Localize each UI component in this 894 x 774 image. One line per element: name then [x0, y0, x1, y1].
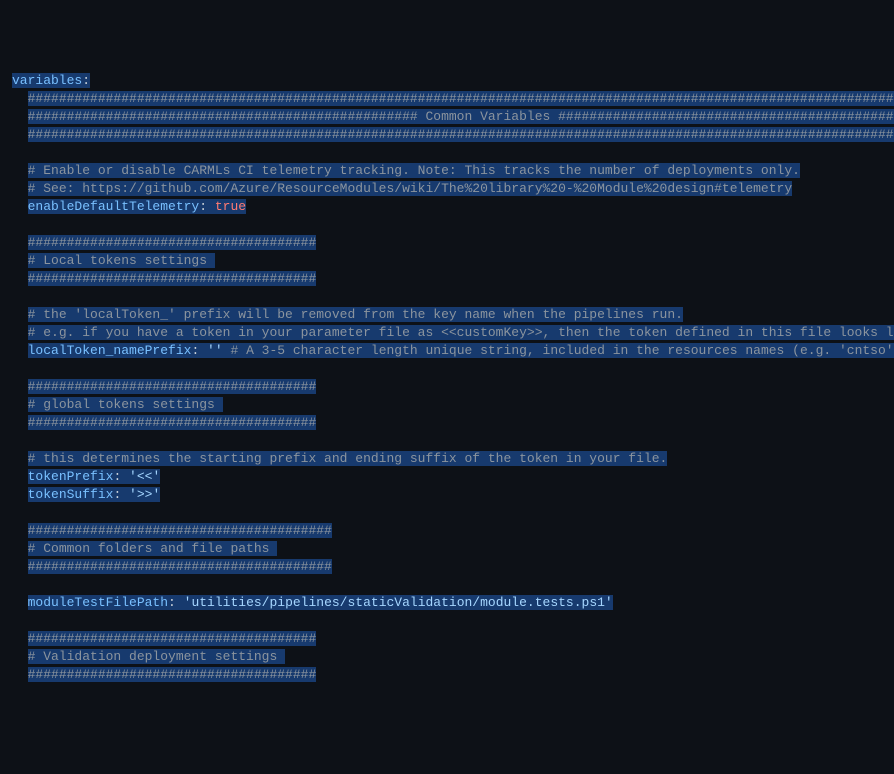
- code-line: tokenSuffix: '>>': [12, 486, 894, 504]
- code-line: #####################################: [12, 630, 894, 648]
- code-line: #####################################: [12, 378, 894, 396]
- code-token-comment: #####################################: [28, 379, 317, 394]
- code-line: [12, 576, 894, 594]
- code-line: # See: https://github.com/Azure/Resource…: [12, 180, 894, 198]
- code-token-key: localToken_namePrefix: [28, 343, 192, 358]
- code-line: [12, 360, 894, 378]
- code-token-key: variables: [12, 73, 82, 88]
- code-token-key: moduleTestFilePath: [28, 595, 168, 610]
- code-token-str: '>>': [129, 487, 160, 502]
- code-token-key: enableDefaultTelemetry: [28, 199, 200, 214]
- code-token-comment: #######################################: [28, 523, 332, 538]
- code-token-punct: :: [199, 199, 215, 214]
- code-token-comment: #####################################: [28, 667, 317, 682]
- code-line: #####################################: [12, 666, 894, 684]
- code-token-str: '<<': [129, 469, 160, 484]
- code-token-comment: #####################################: [28, 271, 317, 286]
- code-line: variables:: [12, 72, 894, 90]
- code-token-comment: #####################################: [28, 631, 317, 646]
- code-token-punct: :: [168, 595, 184, 610]
- code-line: ########################################…: [12, 90, 894, 108]
- code-line: [12, 612, 894, 630]
- code-line: # Local tokens settings: [12, 252, 894, 270]
- code-line: enableDefaultTelemetry: true: [12, 198, 894, 216]
- code-token-punct: :: [113, 469, 129, 484]
- code-line: # Enable or disable CARMLs CI telemetry …: [12, 162, 894, 180]
- code-line: # Validation deployment settings: [12, 648, 894, 666]
- code-token-punct: :: [113, 487, 129, 502]
- code-token-comment: # global tokens settings: [28, 397, 223, 412]
- code-token-punct: :: [82, 73, 90, 88]
- code-token-bool: true: [215, 199, 246, 214]
- code-line: # this determines the starting prefix an…: [12, 450, 894, 468]
- code-line: #######################################: [12, 522, 894, 540]
- code-line: #####################################: [12, 414, 894, 432]
- code-line: moduleTestFilePath: 'utilities/pipelines…: [12, 594, 894, 612]
- code-token-comment: # Enable or disable CARMLs CI telemetry …: [28, 163, 800, 178]
- code-line: #####################################: [12, 270, 894, 288]
- code-line: ########################################…: [12, 108, 894, 126]
- code-token-comment: # Validation deployment settings: [28, 649, 285, 664]
- code-line: #####################################: [12, 234, 894, 252]
- code-line: [12, 216, 894, 234]
- code-line: [12, 432, 894, 450]
- code-token-comment: # Local tokens settings: [28, 253, 215, 268]
- code-token-comment: #####################################: [28, 235, 317, 250]
- code-token-comment: ########################################…: [28, 91, 894, 106]
- code-line: localToken_namePrefix: '' # A 3-5 charac…: [12, 342, 894, 360]
- code-token-key: tokenPrefix: [28, 469, 114, 484]
- code-token-comment: # this determines the starting prefix an…: [28, 451, 668, 466]
- code-line: # e.g. if you have a token in your param…: [12, 324, 894, 342]
- code-token-comment: #######################################: [28, 559, 332, 574]
- code-token-comment: # the 'localToken_' prefix will be remov…: [28, 307, 683, 322]
- code-line: [12, 144, 894, 162]
- code-token-comment: ########################################…: [28, 127, 894, 142]
- code-token-comment: # Common folders and file paths: [28, 541, 278, 556]
- code-token-punct: :: [191, 343, 207, 358]
- code-token-comment: # A 3-5 character length unique string, …: [230, 343, 894, 358]
- code-token-comment: # e.g. if you have a token in your param…: [28, 325, 894, 340]
- code-token-comment: ########################################…: [28, 109, 894, 124]
- code-line: [12, 288, 894, 306]
- code-line: # Common folders and file paths: [12, 540, 894, 558]
- code-line: #######################################: [12, 558, 894, 576]
- code-line: # the 'localToken_' prefix will be remov…: [12, 306, 894, 324]
- code-token-str: 'utilities/pipelines/staticValidation/mo…: [184, 595, 613, 610]
- code-token-key: tokenSuffix: [28, 487, 114, 502]
- code-editor[interactable]: variables: #############################…: [0, 72, 894, 684]
- code-token-str: '': [207, 343, 223, 358]
- code-line: # global tokens settings: [12, 396, 894, 414]
- code-token-comment: # See: https://github.com/Azure/Resource…: [28, 181, 793, 196]
- code-token-comment: #####################################: [28, 415, 317, 430]
- code-line: tokenPrefix: '<<': [12, 468, 894, 486]
- code-line: [12, 504, 894, 522]
- code-line: ########################################…: [12, 126, 894, 144]
